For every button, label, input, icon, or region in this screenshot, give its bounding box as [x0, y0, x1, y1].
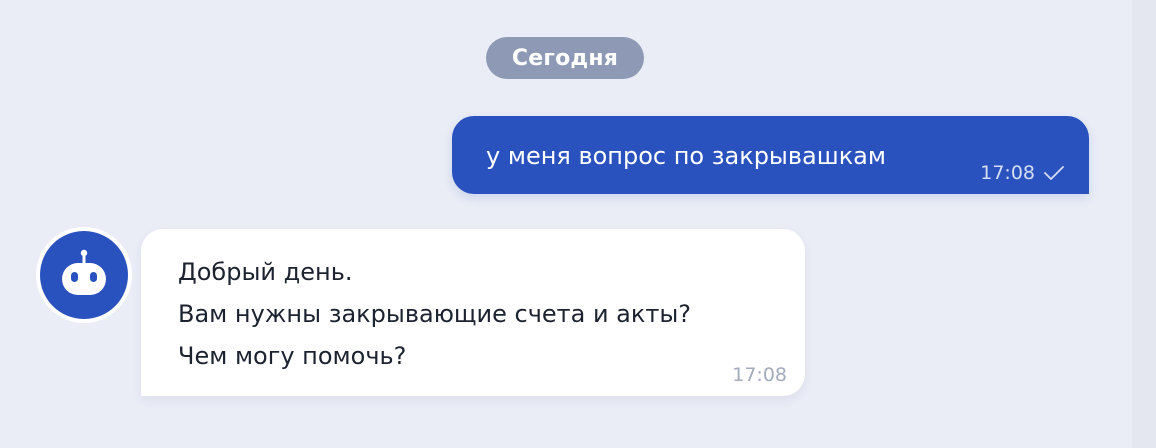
- outgoing-message-time: 17:08: [980, 162, 1035, 184]
- date-separator-label: Сегодня: [511, 45, 619, 71]
- outgoing-message-text: у меня вопрос по закрывашкам: [486, 142, 886, 170]
- incoming-message-line: Чем могу помочь?: [178, 342, 407, 370]
- incoming-message-line: Вам нужны закрывающие счета и акты?: [178, 300, 692, 328]
- chat-area[interactable]: Сегодня у меня вопрос по закрывашкам 17:…: [0, 0, 1132, 448]
- incoming-message-line: Добрый день.: [178, 258, 353, 286]
- incoming-message-text: Добрый день. Вам нужны закрывающие счета…: [178, 251, 691, 377]
- date-separator: Сегодня: [486, 37, 644, 79]
- check-icon: [1043, 165, 1065, 181]
- scrollbar-track[interactable]: [1132, 0, 1156, 448]
- outgoing-message[interactable]: у меня вопрос по закрывашкам 17:08: [452, 116, 1089, 194]
- bot-avatar: [36, 227, 132, 323]
- incoming-message-time: 17:08: [732, 364, 787, 386]
- incoming-message[interactable]: Добрый день. Вам нужны закрывающие счета…: [141, 229, 805, 396]
- outgoing-message-meta: 17:08: [980, 162, 1065, 184]
- robot-icon: [40, 231, 128, 319]
